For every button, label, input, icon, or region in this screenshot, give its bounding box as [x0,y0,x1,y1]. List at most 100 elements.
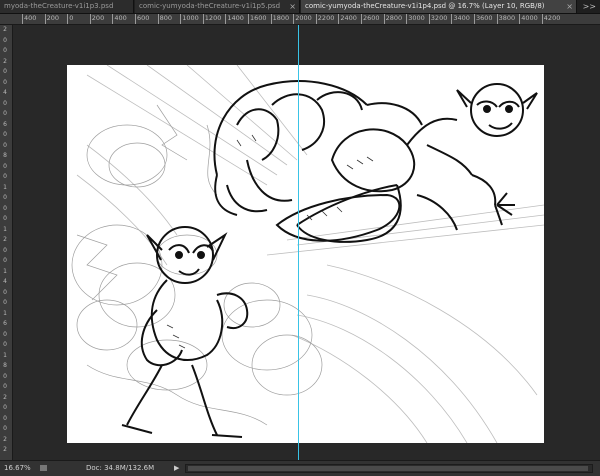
ruler-tick-label: 4000 [521,14,538,22]
ruler-tick-label: 0 [3,68,7,75]
ruler-tick [270,14,272,24]
zoom-level[interactable]: 16.67% [4,461,31,476]
ruler-tick-label: 1200 [204,14,222,22]
ruler-tick-label: 0 [3,194,7,201]
ruler-tick [157,14,159,24]
ruler-tick [451,14,453,24]
ruler-tick-label: 0 [3,414,7,422]
ruler-tick-label: 0 [3,78,7,86]
vertical-ruler[interactable]: 2 0 0 2 0 0 4 0 0 6 0 0 8 0 0 1 0 0 0 1 2 0 0 1 4 0 0 1 6 0 0 1 8 0 0 2 0 0 0 2… [0,25,13,460]
ruler-tick [428,14,430,24]
ruler-tick-label: 0 [3,257,7,264]
ruler-tick-label: 400 [114,14,127,22]
ruler-tick-label: 1 [3,351,7,359]
ruler-tick-label: 2 [3,446,7,453]
document-tab[interactable]: comic-yumyoda-theCreature-v1i1p5.psd × [135,0,300,13]
ruler-tick [112,14,114,24]
ruler-tick [541,14,543,24]
ruler-tick [248,14,249,24]
status-bar: 16.67% Doc: 34.8M/132.6M ▶ [0,460,600,476]
ruler-tick-label: 3600 [476,14,493,22]
ruler-tick-label: 4200 [543,14,561,22]
document-tab[interactable]: myoda-theCreature-v1i1p3.psd [0,0,134,13]
ruler-tick-label: 1000 [182,14,199,22]
document-size: Doc: 34.8M/132.6M [86,464,155,472]
vertical-guide-line[interactable] [298,25,299,460]
ruler-tick-label: 6 [3,320,7,327]
ruler-tick-label: 0 [3,99,7,107]
document-tab-active[interactable]: comic-yumyoda-theCreature-v1i1p4.psd @ 1… [301,0,577,13]
ruler-tick-label: 2400 [340,14,357,22]
document-tab-bar: myoda-theCreature-v1i1p3.psd comic-yumyo… [0,0,600,14]
ruler-tick-label: 8 [3,152,7,159]
ruler-tick-label: 0 [3,47,7,54]
ruler-tick-label: 8 [3,362,7,369]
horizontal-ruler[interactable]: 400 200 0 200 400 600 800 1000 1200 1400 1600 1800 2… [12,14,600,25]
ruler-tick-label: 0 [3,141,7,149]
ruler-tick-label: 3400 [453,14,470,22]
ruler-tick-label: 0 [3,404,7,411]
ruler-tick-label: 1400 [227,14,244,22]
ruler-tick-label: 1 [3,225,7,233]
ruler-tick-label: 0 [3,162,7,170]
ruler-tick [315,14,317,24]
ruler-tick-label: 0 [3,131,7,138]
ruler-tick-label: 0 [3,425,7,432]
ruler-tick-label: 2 [3,393,7,401]
tab-label: myoda-theCreature-v1i1p3.psd [4,2,114,10]
ruler-tick-label: 3800 [498,14,516,22]
ruler-tick-label: 400 [24,14,37,22]
ruler-tick-label: 2000 [295,14,312,22]
ruler-tick [202,14,204,24]
tab-label: comic-yumyoda-theCreature-v1i1p4.psd @ 1… [305,2,545,10]
document-canvas[interactable] [67,65,544,443]
ruler-tick [519,14,521,24]
ruler-tick-label: 0 [3,299,7,306]
ruler-tick [361,14,362,24]
tab-close-icon[interactable]: × [566,0,573,13]
ruler-tick-label: 4 [3,89,7,96]
ruler-tick-label: 2600 [363,14,380,22]
ruler-tick-label: 200 [46,14,60,22]
tab-label: comic-yumyoda-theCreature-v1i1p5.psd [139,2,281,10]
ruler-tick-label: 0 [3,288,7,296]
ruler-tick-label: 2 [3,236,7,243]
ruler-tick [180,14,182,24]
ruler-tick-label: 6 [3,120,7,128]
ruler-tick-label: 1 [3,267,7,275]
ruler-tick [89,14,91,24]
comic-sketch-artwork [71,65,544,443]
ruler-tick-label: 0 [3,330,7,338]
ruler-tick-label: 4 [3,278,7,285]
ruler-tick-label: 1800 [272,14,290,22]
ruler-tick-label: 2 [3,57,7,65]
ruler-tick-label: 0 [3,246,7,254]
ruler-tick-label: 3000 [408,14,425,22]
ruler-tick [67,14,69,24]
ruler-tick-label: 0 [3,383,7,390]
ruler-tick-label: 2 [3,435,7,443]
scrollbar-thumb[interactable] [188,466,588,471]
tab-overflow-icon[interactable]: >> [583,0,596,13]
ruler-tick [383,14,385,24]
ruler-tick-label: 0 [3,110,7,117]
ruler-tick-label: 3200 [430,14,448,22]
ruler-tick-label: 1 [3,183,7,191]
ruler-tick-label: 200 [91,14,105,22]
ruler-tick [135,14,136,24]
ruler-tick-label: 0 [69,14,74,22]
status-menu-arrow-icon[interactable]: ▶ [174,461,179,476]
ruler-tick [22,14,23,24]
ruler-tick [474,14,475,24]
horizontal-scrollbar[interactable] [185,464,593,473]
ruler-tick [293,14,295,24]
document-info-icon [40,465,47,471]
tab-close-icon[interactable]: × [289,0,296,13]
ruler-tick-label: 2800 [385,14,403,22]
ruler-tick [44,14,46,24]
ruler-tick-label: 1 [3,309,7,317]
ruler-tick [225,14,227,24]
ruler-tick-label: 1600 [250,14,267,22]
canvas-area[interactable] [13,25,600,460]
ruler-tick-label: 0 [3,173,7,180]
